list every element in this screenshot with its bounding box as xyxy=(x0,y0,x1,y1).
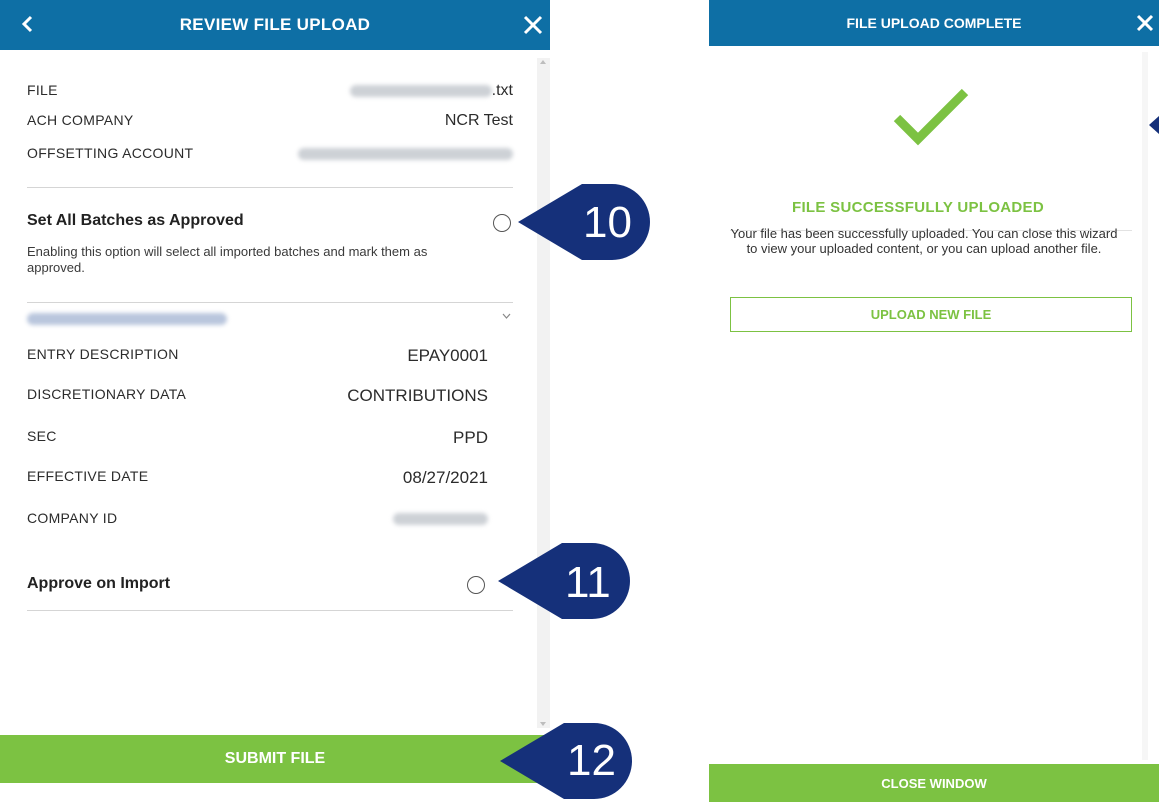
complete-title: FILE UPLOAD COMPLETE xyxy=(846,15,1022,31)
ach-company-value: NCR Test xyxy=(444,112,513,129)
callout-12-number: 12 xyxy=(567,736,616,785)
scroll-up-arrow-icon[interactable] xyxy=(540,60,546,64)
upload-new-file-button[interactable]: UPLOAD NEW FILE xyxy=(730,297,1132,332)
approve-on-import-title: Approve on Import xyxy=(27,575,171,592)
discretionary-data-row: DISCRETIONARY DATA CONTRIBUTIONS xyxy=(27,386,488,406)
file-extension: .txt xyxy=(491,82,513,99)
set-all-batches-description: Enabling this option will select all imp… xyxy=(27,244,428,275)
close-icon[interactable] xyxy=(1135,13,1155,33)
effective-date-row: EFFECTIVE DATE 08/27/2021 xyxy=(27,468,488,488)
review-header: REVIEW FILE UPLOAD xyxy=(0,0,550,50)
review-file-upload-panel: REVIEW FILE UPLOAD FILE .txt ACH COMPANY… xyxy=(0,0,550,802)
success-message: Your file has been successfully uploaded… xyxy=(730,226,1118,256)
file-upload-complete-panel: FILE UPLOAD COMPLETE FILE SUCCESSFULLY U… xyxy=(709,0,1159,802)
file-label: FILE xyxy=(27,82,58,98)
redacted-filename xyxy=(349,84,492,97)
callout-11-number: 11 xyxy=(565,558,611,607)
checkmark-icon xyxy=(893,88,969,146)
collapse-arrow-icon[interactable] xyxy=(1149,116,1159,134)
file-value: .txt xyxy=(349,82,513,100)
close-icon[interactable] xyxy=(522,14,544,36)
entry-description-label: ENTRY DESCRIPTION xyxy=(27,346,179,362)
redacted-account xyxy=(298,147,513,160)
ach-company-label: ACH COMPANY xyxy=(27,112,134,128)
company-id-label: COMPANY ID xyxy=(27,510,118,526)
chevron-down-icon[interactable] xyxy=(502,313,511,319)
offsetting-account-label: OFFSETTING ACCOUNT xyxy=(27,145,194,161)
redacted-batch-name xyxy=(27,313,227,325)
redacted-company-id xyxy=(393,512,488,525)
scrollbar[interactable] xyxy=(537,58,550,728)
sec-label: SEC xyxy=(27,428,57,444)
divider xyxy=(27,187,513,188)
divider xyxy=(27,610,513,611)
batch-header-row[interactable] xyxy=(27,310,513,330)
effective-date-value: 08/27/2021 xyxy=(402,468,488,487)
submit-file-button[interactable]: SUBMIT FILE xyxy=(0,735,550,783)
sec-value: PPD xyxy=(453,428,488,447)
entry-description-row: ENTRY DESCRIPTION EPAY0001 xyxy=(27,346,488,366)
offsetting-account-row: OFFSETTING ACCOUNT xyxy=(27,145,513,165)
success-title: FILE SUCCESSFULLY UPLOADED xyxy=(792,199,1044,216)
complete-header: FILE UPLOAD COMPLETE xyxy=(709,0,1159,46)
callout-10-number: 10 xyxy=(583,198,632,247)
scrollbar[interactable] xyxy=(1142,52,1148,760)
effective-date-label: EFFECTIVE DATE xyxy=(27,468,149,484)
discretionary-data-value: CONTRIBUTIONS xyxy=(347,386,488,405)
offsetting-account-value xyxy=(298,145,513,163)
file-row: FILE .txt xyxy=(27,82,513,102)
company-id-row: COMPANY ID xyxy=(27,510,488,530)
discretionary-data-label: DISCRETIONARY DATA xyxy=(27,386,187,402)
divider xyxy=(27,302,513,303)
review-title: REVIEW FILE UPLOAD xyxy=(179,15,371,34)
ach-company-row: ACH COMPANY NCR Test xyxy=(27,112,513,132)
set-all-batches-title: Set All Batches as Approved xyxy=(27,212,244,229)
entry-description-value: EPAY0001 xyxy=(407,346,488,365)
sec-row: SEC PPD xyxy=(27,428,488,448)
close-window-button[interactable]: CLOSE WINDOW xyxy=(709,764,1159,802)
company-id-value xyxy=(393,510,488,528)
